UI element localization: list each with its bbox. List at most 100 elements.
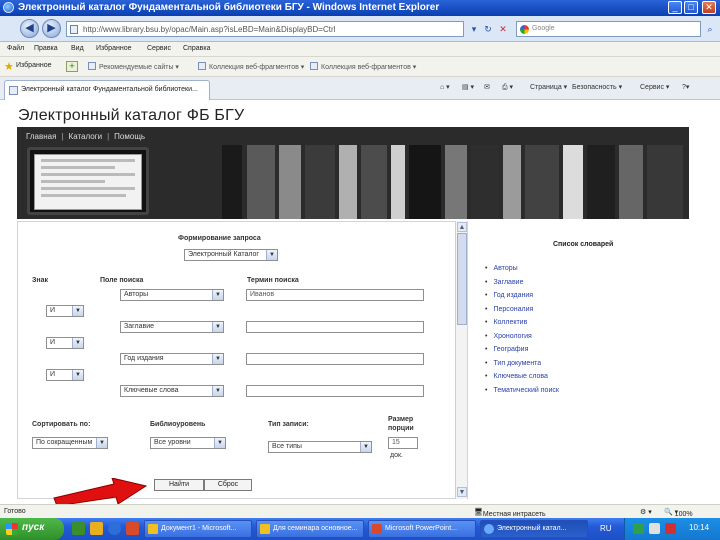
field-select-3[interactable]: Год издания ▼ [120,353,224,365]
page-viewport: Электронный каталог ФБ БГУ Главная | Катал… [0,100,720,500]
menu-edit[interactable]: Правка [34,45,58,52]
operator-select-3[interactable]: И ▼ [46,369,84,381]
language-indicator[interactable]: RU [600,524,612,533]
favorites-link-webslice-1[interactable]: Коллекция веб-фрагментов ▾ [198,62,304,71]
book-image [587,145,615,219]
tab-bar: Электронный каталог Фундаментальной библ… [0,77,720,100]
taskbar-item-browser[interactable]: Электронный катал... [480,520,588,538]
frame-scrollbar[interactable]: ▲ ▼ [455,221,467,499]
favorites-link-label: Коллекция веб-фрагментов ▾ [209,64,305,71]
address-dropdown-button[interactable]: ▾ [468,23,480,35]
quick-launch-icon[interactable] [72,522,85,535]
operator-select-1[interactable]: И ▼ [46,305,84,317]
sort-select[interactable]: По сокращенным ▼ [32,437,108,449]
scroll-down-icon[interactable]: ▼ [457,487,467,497]
dictionary-link[interactable]: География [485,346,559,360]
field-value: Авторы [124,291,149,298]
nav-link-help[interactable]: Помощь [114,132,145,141]
field-select-2[interactable]: Заглавие ▼ [120,321,224,333]
mail-icon[interactable]: ✉ [484,83,490,91]
book-image [339,145,357,219]
quick-launch-icon[interactable] [126,522,139,535]
forward-button[interactable]: ▶ [42,19,61,38]
field-select-4[interactable]: Ключевые слова ▼ [120,385,224,397]
field-select-1[interactable]: Авторы ▼ [120,289,224,301]
security-zone-label: Местная интрасеть [482,511,546,518]
favorites-link-suggested[interactable]: Рекомендуемые сайты ▾ [88,62,179,71]
dictionary-link[interactable]: Авторы [485,265,559,279]
chevron-down-icon: ▼ [360,442,371,452]
refresh-icon[interactable]: ↻ [482,23,494,35]
term-input-3[interactable] [246,353,424,365]
page-icon [310,62,318,70]
term-input-4[interactable] [246,385,424,397]
close-window-button[interactable]: ✕ [702,1,716,14]
menu-help[interactable]: Справка [183,45,210,52]
start-button[interactable]: пуск [0,518,64,540]
scroll-up-icon[interactable]: ▲ [457,222,467,232]
scrollbar-thumb[interactable] [457,233,467,325]
search-icon[interactable]: ⌕ [704,23,716,35]
tray-icon[interactable] [665,523,676,534]
database-select[interactable]: Электронный Каталог ▼ [184,249,278,261]
menu-favorites[interactable]: Избранное [96,45,131,52]
record-type-select[interactable]: Все типы ▼ [268,441,372,453]
nav-link-home[interactable]: Главная [26,132,56,141]
taskbar-item-word[interactable]: Документ1 - Microsoft... [144,520,252,538]
page-menu-button[interactable]: Страница ▾ [530,83,567,91]
term-input-1[interactable]: Иванов [246,289,424,301]
search-input[interactable]: Google [516,21,701,37]
portion-size-input[interactable]: 15 [388,437,418,449]
feeds-icon[interactable]: ▤ ▾ [462,83,474,91]
find-button[interactable]: Найти [154,479,204,491]
menu-file[interactable]: Файл [7,45,24,52]
safety-menu-button[interactable]: Безопасность ▾ [572,83,622,91]
biblevel-select[interactable]: Все уровни ▼ [150,437,226,449]
home-icon[interactable]: ⌂ ▾ [440,83,450,91]
favorites-link-webslice-2[interactable]: Коллекция веб-фрагментов ▾ [310,62,416,71]
tools-menu-button[interactable]: Сервис ▾ [640,83,669,91]
favorites-star-icon[interactable]: ★ [4,60,14,73]
tab-electronic-catalog[interactable]: Электронный каталог Фундаментальной библ… [4,80,210,100]
menu-view[interactable]: Вид [71,45,84,52]
nav-link-catalogs[interactable]: Каталоги [69,132,103,141]
taskbar-item-folder[interactable]: Для семинара основное... [256,520,364,538]
tray-icon[interactable] [633,523,644,534]
form-heading: Формирование запроса [178,235,261,242]
book-image [563,145,583,219]
quick-launch-icon[interactable] [90,522,103,535]
dictionary-link[interactable]: Заглавие [485,279,559,293]
dictionary-link[interactable]: Коллектив [485,319,559,333]
folder-icon [148,524,158,534]
dictionary-link[interactable]: Персоналия [485,306,559,320]
chevron-down-icon: ▼ [72,306,83,316]
add-favorite-icon[interactable]: + [66,61,78,72]
help-menu-button[interactable]: ?▾ [682,83,689,91]
book-image [619,145,643,219]
zoom-level[interactable]: 🔍 100% ▾ [664,508,693,518]
page-icon [88,62,96,70]
print-icon[interactable]: ⎙ ▾ [502,83,513,92]
operator-select-2[interactable]: И ▼ [46,337,84,349]
minimize-button[interactable]: _ [668,1,682,14]
stop-icon[interactable]: ✕ [497,23,509,35]
back-button[interactable]: ◀ [20,19,39,38]
dictionary-link[interactable]: Тип документа [485,360,559,374]
menu-tools[interactable]: Сервис [147,45,171,52]
term-input-2[interactable] [246,321,424,333]
url-field[interactable]: http://www.library.bsu.by/opac/Main.asp?… [66,21,464,37]
page-title: Электронный каталог ФБ БГУ [18,107,245,124]
book-image [279,145,301,219]
favorites-button[interactable]: Избранное [16,62,51,69]
dictionary-link[interactable]: Хронология [485,333,559,347]
reset-button[interactable]: Сброс [204,479,252,491]
tray-icon[interactable] [649,523,660,534]
book-image [647,145,683,219]
dictionary-link[interactable]: Ключевые слова [485,373,559,387]
book-image [222,145,242,219]
internet-explorer-icon[interactable] [108,522,121,535]
dictionary-link[interactable]: Тематический поиск [485,387,558,401]
taskbar-item-powerpoint[interactable]: Microsoft PowerPoint... [368,520,476,538]
maximize-button[interactable]: □ [684,1,698,14]
dictionary-link[interactable]: Год издания [485,292,559,306]
